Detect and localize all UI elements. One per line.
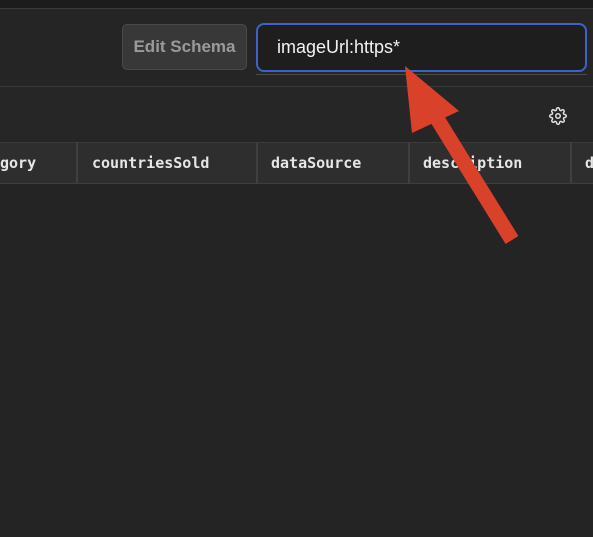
search-field[interactable] (256, 23, 587, 72)
top-strip (0, 0, 593, 9)
table-header-row: gory countriesSold dataSource descriptio… (0, 143, 593, 184)
column-header-description[interactable]: description (410, 143, 572, 183)
column-header-countries-sold[interactable]: countriesSold (78, 143, 258, 183)
table-toolbar (0, 87, 593, 143)
search-input[interactable] (258, 25, 585, 70)
settings-button[interactable] (545, 103, 571, 129)
toolbar: Edit Schema (0, 9, 593, 87)
column-header-truncated[interactable]: d (572, 143, 593, 183)
edit-schema-button[interactable]: Edit Schema (122, 24, 247, 70)
gear-icon (549, 107, 567, 125)
column-header-data-source[interactable]: dataSource (258, 143, 410, 183)
column-header-category[interactable]: gory (0, 143, 78, 183)
table-body (0, 184, 593, 537)
search-underline (256, 74, 587, 75)
